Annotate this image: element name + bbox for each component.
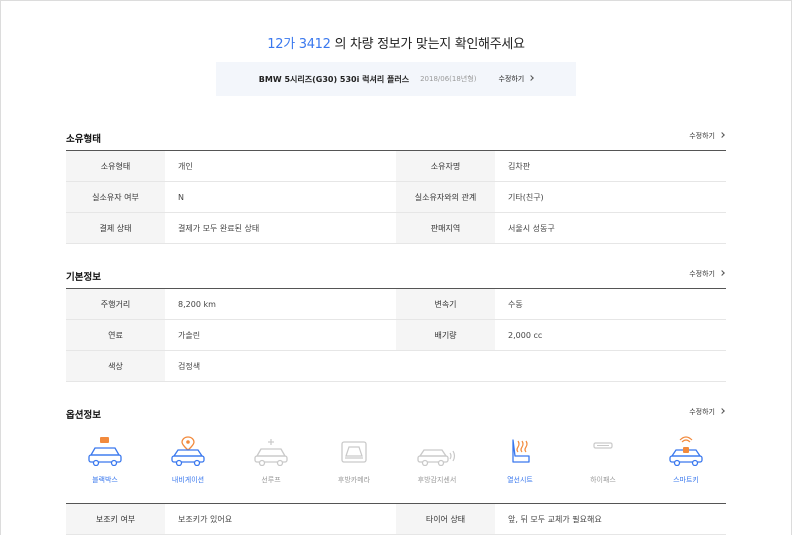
table-value: 2,000 cc [495, 319, 726, 351]
table-value: 기타(친구) [495, 181, 726, 213]
table-value: 결제가 모두 완료된 상태 [165, 212, 396, 244]
table-value: 검정색 [165, 350, 396, 382]
table-value: 가솔린 [165, 319, 396, 351]
ownership-edit-label: 수정하기 [689, 132, 715, 140]
basic-info-edit-label: 수정하기 [689, 270, 715, 278]
table-key: 실소유자와의 관계 [396, 181, 495, 213]
table-row: 주행거리 8,200 km 변속기 수동 [66, 288, 726, 320]
table-value: 김차판 [495, 150, 726, 182]
table-row: 색상 검정색 [66, 350, 726, 382]
table-row: 실소유자 여부 N 실소유자와의 관계 기타(친구) [66, 181, 726, 213]
table-key: 보조키 여부 [66, 503, 165, 535]
option-item: 내비게이션 [147, 436, 229, 485]
option-item: 하이패스 [562, 436, 644, 485]
table-key: 배기량 [396, 319, 495, 351]
table-value: 개인 [165, 150, 396, 182]
chevron-right-icon [719, 270, 725, 276]
table-key: 결제 상태 [66, 212, 165, 244]
option-label: 열선시트 [507, 476, 533, 484]
table-key: 소유형태 [66, 150, 165, 182]
table-value: 서울시 성동구 [495, 212, 726, 244]
chevron-right-icon [719, 132, 725, 138]
options-title: 옵션정보 [66, 410, 101, 421]
option-item: 열선시트 [479, 436, 561, 485]
car-model: BMW 5시리즈(G30) 530i 럭셔리 플러스 [258, 74, 410, 84]
option-item: 선루프 [230, 436, 312, 485]
car-edit-button[interactable]: 수정하기 [498, 74, 535, 84]
table-value: 수동 [495, 288, 726, 320]
car-year: 2018/06(18년형) [420, 75, 477, 83]
rear-camera-icon [341, 441, 367, 463]
page-headline: 12가 3412 의 차량 정보가 맞는지 확인해주세요 [0, 33, 792, 52]
table-empty [495, 350, 726, 382]
table-value: 앞, 뒤 모두 교체가 필요해요 [495, 503, 726, 535]
table-key: 연료 [66, 319, 165, 351]
options-edit-button[interactable]: 수정하기 [689, 407, 725, 417]
options-list: 블랙박스 내비게이션 선루프 후방카메라 후방감지센서 열선시트 하이패스 스마… [66, 436, 726, 496]
table-key: 판매지역 [396, 212, 495, 244]
navigation-car-icon [171, 436, 205, 466]
basic-info-table: 주행거리 8,200 km 변속기 수동 연료 가솔린 배기량 2,000 cc… [66, 288, 726, 382]
option-label: 후방감지센서 [417, 476, 457, 484]
table-value: 보조키가 있어요 [165, 503, 396, 535]
table-key: 타이어 상태 [396, 503, 495, 535]
table-key: 색상 [66, 350, 165, 382]
chevron-right-icon [528, 75, 535, 81]
table-empty [396, 350, 495, 382]
options-edit-label: 수정하기 [689, 408, 715, 416]
option-label: 선루프 [261, 476, 281, 484]
car-summary-box: BMW 5시리즈(G30) 530i 럭셔리 플러스 2018/06(18년형)… [216, 62, 576, 96]
ownership-table: 소유형태 개인 소유자명 김차판 실소유자 여부 N 실소유자와의 관계 기타(… [66, 150, 726, 244]
table-row: 연료 가솔린 배기량 2,000 cc [66, 319, 726, 351]
table-key: 실소유자 여부 [66, 181, 165, 213]
option-label: 블랙박스 [92, 476, 118, 484]
option-item: 후방감지센서 [396, 436, 478, 485]
option-label: 내비게이션 [171, 476, 205, 484]
table-value: N [165, 181, 396, 213]
option-item: 블랙박스 [64, 436, 146, 485]
ownership-edit-button[interactable]: 수정하기 [689, 131, 725, 141]
headline-message: 의 차량 정보가 맞는지 확인해주세요 [330, 37, 525, 52]
table-value: 8,200 km [165, 288, 396, 320]
blackbox-car-icon [88, 437, 122, 466]
option-label: 스마트키 [673, 476, 699, 484]
option-item: 스마트키 [645, 436, 727, 485]
table-row: 소유형태 개인 소유자명 김차판 [66, 150, 726, 182]
basic-info-edit-button[interactable]: 수정하기 [689, 269, 725, 279]
hipass-icon [593, 442, 613, 449]
table-row: 보조키 여부 보조키가 있어요 타이어 상태 앞, 뒤 모두 교체가 필요해요 [66, 503, 726, 535]
table-key: 주행거리 [66, 288, 165, 320]
sunroof-car-icon [254, 439, 288, 466]
basic-info-title: 기본정보 [66, 272, 101, 283]
heated-seat-icon [512, 439, 530, 463]
plate-number: 12가 3412 [267, 37, 331, 52]
table-key: 소유자명 [396, 150, 495, 182]
table-row: 결제 상태 결제가 모두 완료된 상태 판매지역 서울시 성동구 [66, 212, 726, 244]
smart-key-car-icon [669, 436, 703, 466]
option-label: 하이패스 [590, 476, 616, 484]
rear-sensor-icon [417, 449, 456, 466]
chevron-right-icon [719, 408, 725, 414]
extra-info-table: 보조키 여부 보조키가 있어요 타이어 상태 앞, 뒤 모두 교체가 필요해요 [66, 503, 726, 535]
option-item: 후방카메라 [313, 436, 395, 485]
ownership-title: 소유형태 [66, 134, 101, 145]
option-label: 후방카메라 [337, 476, 371, 484]
table-key: 변속기 [396, 288, 495, 320]
car-edit-label: 수정하기 [498, 75, 525, 83]
